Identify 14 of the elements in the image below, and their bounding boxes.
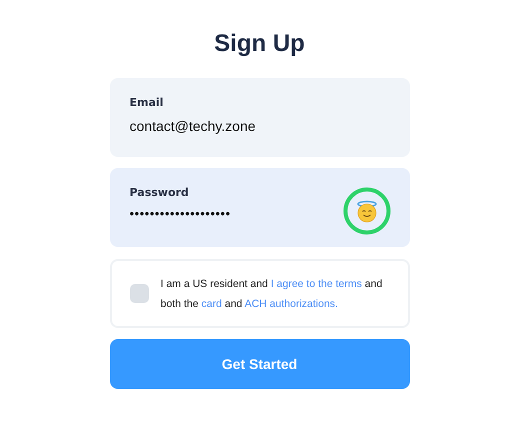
terms-link[interactable]: card (201, 298, 222, 310)
email-field[interactable]: Email contact@techy.zone (110, 78, 410, 157)
get-started-button[interactable]: Get Started (110, 339, 410, 389)
terms-link[interactable]: ACH authorizations. (244, 298, 338, 310)
password-field[interactable]: Password •••••••••••••••••••• (110, 168, 410, 247)
checkbox[interactable] (130, 284, 148, 303)
terms-link[interactable]: I agree to the terms (270, 278, 362, 290)
page-title: Sign Up (213, 29, 306, 59)
field-value: contact@techy.zone (130, 118, 256, 134)
smiley-icon[interactable] (342, 186, 392, 236)
password-dots: •••••••••••••••••••• (130, 206, 231, 221)
field-label: Email (130, 96, 164, 109)
agreement-text: I am a US resident and I agree to the terms and both the card and ACH authorizations. (160, 276, 382, 312)
field-label: Password (130, 186, 189, 199)
